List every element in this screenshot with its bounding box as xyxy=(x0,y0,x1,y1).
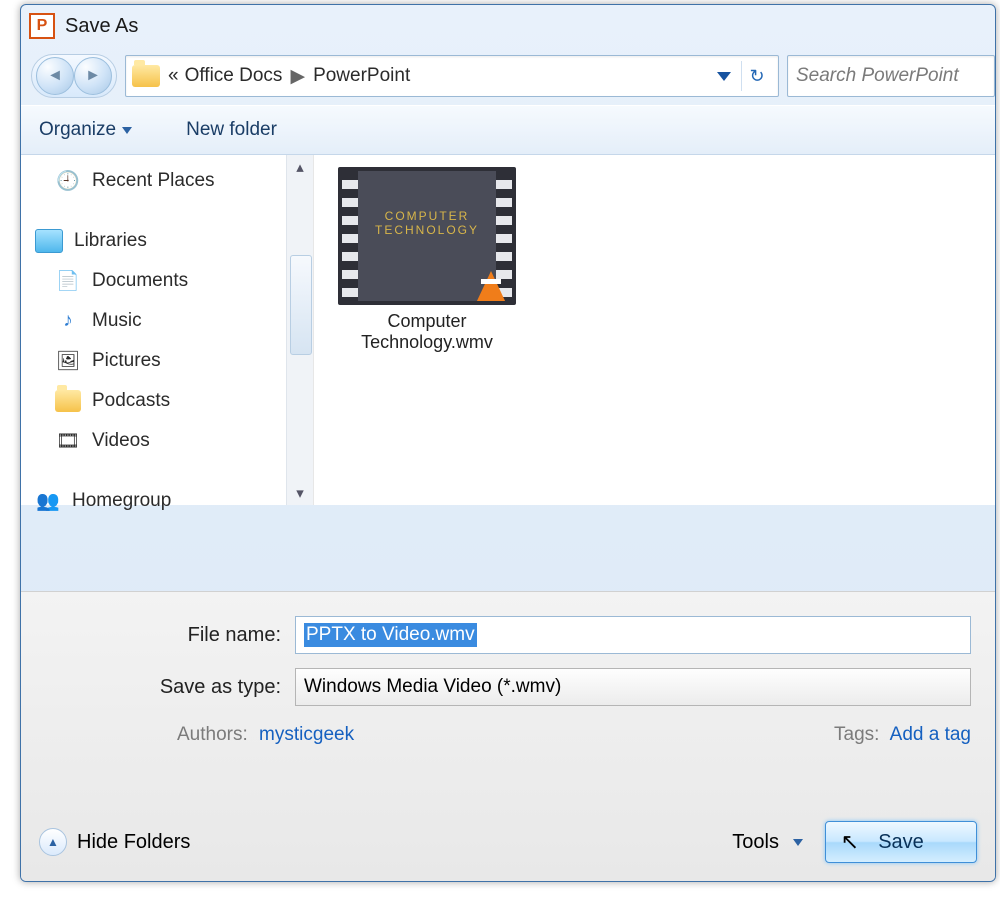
collapse-icon[interactable]: ▲ xyxy=(39,828,67,856)
file-name-label: Computer Technology.wmv xyxy=(332,311,522,353)
file-name-value: PPTX to Video.wmv xyxy=(304,623,477,647)
videos-icon: 🎞 xyxy=(55,430,81,452)
search-placeholder: Search PowerPoint xyxy=(796,65,959,87)
bottom-panel: File name: PPTX to Video.wmv Save as typ… xyxy=(21,591,995,881)
sidebar-item-label: Homegroup xyxy=(72,490,171,512)
cursor-icon: ↖ xyxy=(841,829,859,855)
sidebar-item-label: Recent Places xyxy=(92,170,215,192)
body: 🕘 Recent Places Libraries 📄 Documents xyxy=(21,155,995,505)
folder-icon xyxy=(55,390,81,412)
sidebar-item-label: Documents xyxy=(92,270,188,292)
tools-label: Tools xyxy=(732,831,779,854)
sidebar-item-recent-places[interactable]: 🕘 Recent Places xyxy=(55,161,313,201)
organize-label: Organize xyxy=(39,119,116,141)
chevron-right-icon: ▶ xyxy=(290,65,305,88)
sidebar-item-pictures[interactable]: 🖼 Pictures xyxy=(55,341,313,381)
save-as-dialog: P Save As ◄ ► « Office Docs ▶ PowerPoint… xyxy=(20,4,996,882)
breadcrumb-segment[interactable]: Office Docs xyxy=(185,65,283,87)
sidebar-item-label: Pictures xyxy=(92,350,161,372)
nav-scrollbar[interactable]: ▴ ▾ xyxy=(286,155,313,505)
save-as-type-value: Windows Media Video (*.wmv) xyxy=(304,676,561,698)
sidebar-item-videos[interactable]: 🎞 Videos xyxy=(55,421,313,461)
refresh-button[interactable]: ↻ xyxy=(741,61,772,91)
chevron-down-icon xyxy=(122,127,132,134)
tools-menu[interactable]: Tools xyxy=(732,831,803,854)
breadcrumb[interactable]: « Office Docs ▶ PowerPoint xyxy=(168,65,410,88)
libraries-icon xyxy=(35,229,63,253)
sidebar-item-documents[interactable]: 📄 Documents xyxy=(55,261,313,301)
scroll-up-icon[interactable]: ▴ xyxy=(287,155,313,179)
search-input[interactable]: Search PowerPoint xyxy=(787,55,995,97)
sidebar-item-label: Videos xyxy=(92,430,150,452)
forward-button[interactable]: ► xyxy=(74,57,112,95)
address-bar[interactable]: « Office Docs ▶ PowerPoint ↻ xyxy=(125,55,779,97)
sidebar-item-music[interactable]: ♪ Music xyxy=(55,301,313,341)
sidebar-item-label: Podcasts xyxy=(92,390,170,412)
film-sprocket-icon xyxy=(342,171,358,301)
sidebar-item-podcasts[interactable]: Podcasts xyxy=(55,381,313,421)
scroll-down-icon[interactable]: ▾ xyxy=(287,481,313,505)
powerpoint-icon: P xyxy=(29,13,55,39)
file-name-input[interactable]: PPTX to Video.wmv xyxy=(295,616,971,654)
save-button-label: Save xyxy=(878,831,924,854)
authors-label: Authors: xyxy=(177,724,248,745)
file-name-label: File name: xyxy=(45,624,295,647)
authors-value[interactable]: mysticgeek xyxy=(259,724,354,745)
organize-menu[interactable]: Organize xyxy=(39,119,132,141)
breadcrumb-prefix: « xyxy=(168,65,179,87)
file-list[interactable]: COMPUTER TECHNOLOGY Computer Technology.… xyxy=(314,155,995,505)
toolbar: Organize New folder xyxy=(21,105,995,155)
sidebar-item-label: Libraries xyxy=(74,230,147,252)
pictures-icon: 🖼 xyxy=(55,350,81,372)
sidebar-item-libraries[interactable]: Libraries xyxy=(35,221,313,261)
address-dropdown-icon[interactable] xyxy=(717,72,731,81)
nav-pane: 🕘 Recent Places Libraries 📄 Documents xyxy=(21,155,314,505)
scroll-thumb[interactable] xyxy=(290,255,312,355)
nav-buttons: ◄ ► xyxy=(31,54,117,98)
title-bar[interactable]: P Save As xyxy=(21,5,995,47)
video-thumbnail: COMPUTER TECHNOLOGY xyxy=(338,167,516,305)
back-button[interactable]: ◄ xyxy=(36,57,74,95)
tags-label: Tags: xyxy=(834,724,879,745)
window-title: Save As xyxy=(65,15,138,38)
homegroup-icon: 👥 xyxy=(35,490,61,512)
folder-icon xyxy=(132,65,160,87)
sidebar-item-homegroup[interactable]: 👥 Homegroup xyxy=(35,481,313,521)
tags-value[interactable]: Add a tag xyxy=(890,724,971,745)
nav-row: ◄ ► « Office Docs ▶ PowerPoint ↻ Search … xyxy=(21,47,995,105)
save-as-type-label: Save as type: xyxy=(45,676,295,699)
metadata-row: Authors: mysticgeek Tags: Add a tag xyxy=(177,724,971,746)
new-folder-button[interactable]: New folder xyxy=(186,119,277,141)
hide-folders-button[interactable]: Hide Folders xyxy=(77,831,190,854)
save-as-type-combo[interactable]: Windows Media Video (*.wmv) xyxy=(295,668,971,706)
documents-icon: 📄 xyxy=(55,270,81,292)
sidebar-item-label: Music xyxy=(92,310,142,332)
chevron-down-icon xyxy=(793,839,803,846)
vlc-cone-icon xyxy=(476,271,506,303)
music-icon: ♪ xyxy=(55,310,81,332)
recent-places-icon: 🕘 xyxy=(55,170,81,192)
file-item[interactable]: COMPUTER TECHNOLOGY Computer Technology.… xyxy=(332,167,522,353)
breadcrumb-segment[interactable]: PowerPoint xyxy=(313,65,410,87)
thumbnail-text: COMPUTER TECHNOLOGY xyxy=(360,209,494,237)
